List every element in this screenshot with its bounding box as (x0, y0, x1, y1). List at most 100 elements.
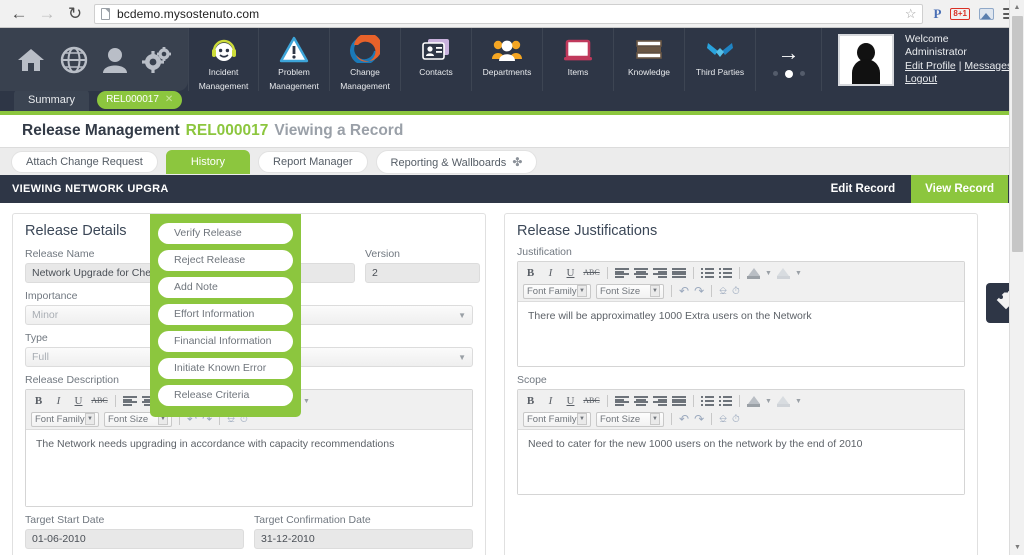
release-description-text[interactable]: The Network needs upgrading in accordanc… (26, 430, 472, 506)
italic-button[interactable]: I (543, 267, 558, 279)
messages-link[interactable]: Messages (964, 60, 1012, 72)
underline-button[interactable]: U (71, 395, 86, 407)
align-left-icon[interactable] (615, 268, 629, 278)
menu-item-effort-information[interactable]: Effort Information (158, 304, 293, 325)
google-plus-icon[interactable]: 8+1 (950, 7, 970, 20)
carousel-dot-3[interactable] (799, 71, 805, 76)
version-input[interactable]: 2 (365, 263, 480, 283)
nav-carousel-next[interactable]: → (756, 28, 822, 91)
align-justify-icon[interactable] (672, 396, 686, 406)
tab-record-rel000017[interactable]: REL000017 ✕ (97, 91, 183, 109)
align-right-icon[interactable] (653, 396, 667, 406)
menu-item-verify-release[interactable]: Verify Release (158, 223, 293, 244)
strikethrough-button[interactable]: ABC (583, 397, 600, 405)
close-icon[interactable]: ✕ (165, 94, 173, 105)
target-confirmation-date-input[interactable]: 31-12-2010 (254, 529, 473, 549)
nav-module-incident-management[interactable]: Incident Management (188, 28, 259, 91)
font-family-select[interactable]: Font Family ▼ (31, 411, 99, 427)
nav-module-items[interactable]: Items (543, 28, 614, 91)
carousel-dot-2[interactable] (784, 69, 793, 78)
align-center-icon[interactable] (634, 396, 648, 406)
settings-gears-icon[interactable] (142, 46, 172, 74)
nav-module-problem-management[interactable]: Problem Management (259, 28, 330, 91)
chevron-down-icon[interactable]: ▼ (303, 398, 310, 405)
target-start-date-input[interactable]: 01-06-2010 (25, 529, 244, 549)
history-button[interactable]: History (165, 149, 251, 174)
numbered-list-icon[interactable] (719, 268, 732, 278)
nav-module-contacts[interactable]: Contacts (401, 28, 472, 91)
align-right-icon[interactable] (653, 268, 667, 278)
align-center-icon[interactable] (634, 268, 648, 278)
chevron-down-icon[interactable]: ▼ (795, 398, 802, 405)
menu-item-initiate-known-error[interactable]: Initiate Known Error (158, 358, 293, 379)
underline-button[interactable]: U (563, 395, 578, 407)
strikethrough-button[interactable]: ABC (91, 397, 108, 405)
insert-time-icon[interactable]: ⏱ (732, 414, 740, 425)
reload-icon[interactable]: ↻ (66, 5, 84, 23)
tab-summary[interactable]: Summary (14, 90, 90, 111)
nav-module-knowledge[interactable]: Knowledge (614, 28, 685, 91)
undo-icon[interactable]: ↶ (679, 412, 689, 426)
globe-icon[interactable] (60, 46, 88, 74)
bullet-list-icon[interactable] (701, 396, 714, 406)
scrollbar-thumb[interactable] (1012, 16, 1023, 252)
align-left-icon[interactable] (615, 396, 629, 406)
edit-record-button[interactable]: Edit Record (815, 175, 912, 203)
strikethrough-button[interactable]: ABC (583, 269, 600, 277)
user-icon[interactable] (102, 46, 128, 74)
logout-link[interactable]: Logout (905, 73, 937, 85)
scope-editor[interactable]: B I U ABC ▼ ▼ Font Family ▼ Font Size ▼ … (517, 389, 965, 495)
report-manager-button[interactable]: Report Manager (258, 150, 368, 173)
italic-button[interactable]: I (543, 395, 558, 407)
carousel-dot-1[interactable] (772, 71, 778, 76)
back-arrow-icon[interactable]: ← (10, 5, 28, 23)
vertical-scrollbar[interactable]: ▲ ▼ (1009, 0, 1024, 555)
italic-button[interactable]: I (51, 395, 66, 407)
address-bar[interactable]: bcdemo.mysostenuto.com ☆ (94, 3, 924, 24)
redo-icon[interactable]: ↷ (694, 284, 704, 298)
attach-change-request-button[interactable]: Attach Change Request (11, 150, 158, 173)
edit-profile-link[interactable]: Edit Profile (905, 60, 956, 72)
reporting-wallboards-button[interactable]: Reporting & Wallboards ✤ (375, 149, 538, 174)
bold-button[interactable]: B (31, 395, 46, 407)
font-family-select[interactable]: Font Family ▼ (523, 283, 591, 299)
view-record-button[interactable]: View Record (911, 175, 1008, 203)
bold-button[interactable]: B (523, 267, 538, 279)
home-icon[interactable] (16, 46, 46, 74)
chevron-down-icon[interactable]: ▼ (795, 270, 802, 277)
pocket-extension-icon[interactable]: P (933, 7, 941, 20)
justification-text[interactable]: There will be approximatley 1000 Extra u… (518, 302, 964, 366)
forward-arrow-icon[interactable]: → (38, 5, 56, 23)
undo-icon[interactable]: ↶ (679, 284, 689, 298)
menu-item-release-criteria[interactable]: Release Criteria (158, 385, 293, 406)
font-size-select[interactable]: Font Size ▼ (596, 411, 664, 427)
text-color-icon[interactable] (747, 267, 760, 279)
scroll-down-icon[interactable]: ▼ (1010, 540, 1024, 555)
bullet-list-icon[interactable] (701, 268, 714, 278)
bookmark-star-icon[interactable]: ☆ (905, 6, 917, 22)
justification-editor[interactable]: B I U ABC ▼ ▼ Font Family ▼ Font Size ▼ … (517, 261, 965, 367)
text-color-icon[interactable] (747, 395, 760, 407)
underline-button[interactable]: U (563, 267, 578, 279)
bold-button[interactable]: B (523, 395, 538, 407)
align-justify-icon[interactable] (672, 268, 686, 278)
font-family-select[interactable]: Font Family ▼ (523, 411, 591, 427)
menu-item-add-note[interactable]: Add Note (158, 277, 293, 298)
scope-text[interactable]: Need to cater for the new 1000 users on … (518, 430, 964, 494)
nav-module-departments[interactable]: Departments (472, 28, 543, 91)
numbered-list-icon[interactable] (719, 396, 732, 406)
highlight-color-icon[interactable] (776, 395, 790, 407)
highlight-color-icon[interactable] (776, 267, 790, 279)
chevron-down-icon[interactable]: ▼ (765, 270, 772, 277)
chevron-down-icon[interactable]: ▼ (765, 398, 772, 405)
paste-word-icon[interactable]: ⎒ (719, 286, 727, 297)
nav-module-change-management[interactable]: Change Management (330, 28, 401, 91)
avatar[interactable] (838, 33, 894, 86)
image-extension-icon[interactable] (979, 7, 994, 20)
align-left-icon[interactable] (123, 396, 137, 406)
nav-module-third-parties[interactable]: Third Parties (685, 28, 756, 91)
insert-time-icon[interactable]: ⏱ (732, 286, 740, 297)
paste-word-icon[interactable]: ⎒ (719, 414, 727, 425)
menu-item-financial-information[interactable]: Financial Information (158, 331, 293, 352)
menu-item-reject-release[interactable]: Reject Release (158, 250, 293, 271)
